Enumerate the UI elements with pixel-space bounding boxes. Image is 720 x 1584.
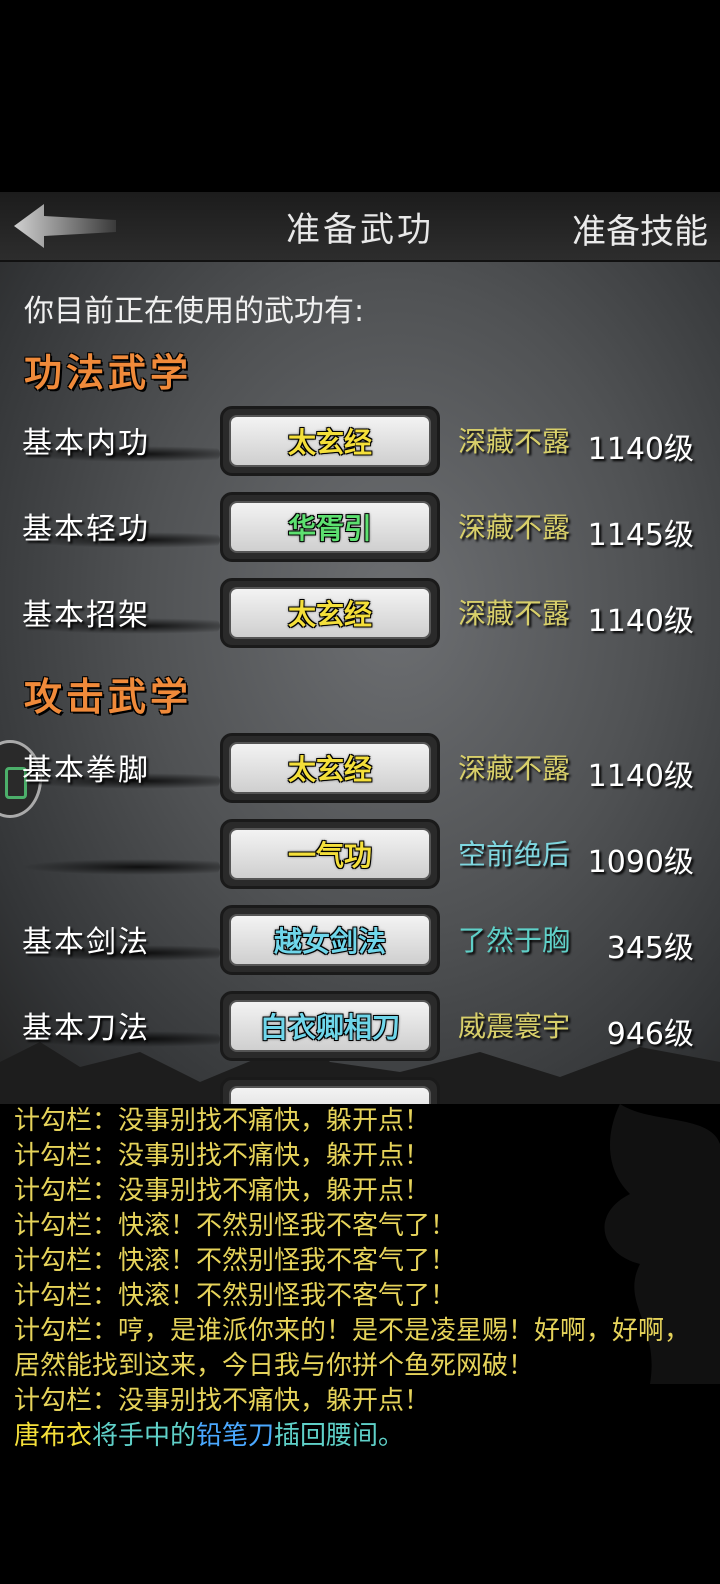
skill-select-button[interactable]: 太玄经: [220, 578, 440, 648]
chat-line: 计勾栏：没事别找不痛快，躲开点！: [14, 1106, 431, 1136]
chat-line: 计勾栏：快滚！不然别怪我不客气了！: [14, 1246, 457, 1276]
section-title-attack: 攻击武学: [24, 674, 193, 719]
prepare-skills-tab[interactable]: 准备技能: [572, 204, 708, 253]
skill-name: 太玄经: [229, 742, 431, 794]
top-bar: 准备武功 准备技能: [0, 192, 720, 262]
skill-slot-label: 基本拳脚: [22, 753, 150, 788]
skill-level: 1140级: [587, 759, 694, 794]
skill-select-button[interactable]: 太玄经: [220, 733, 440, 803]
skill-row: 基本刀法 白衣卿相刀 威震寰宇 946级: [0, 991, 720, 1061]
chat-line-last: 唐布衣将手中的铅笔刀插回腰间。: [14, 1421, 405, 1451]
skill-row: 基本剑法 越女剑法 了然于胸 345级: [0, 905, 720, 975]
skill-rank: 深藏不露: [458, 511, 571, 544]
chat-log: 计勾栏：没事别找不痛快，躲开点！ 计勾栏：没事别找不痛快，躲开点！ 计勾栏：没事…: [0, 1104, 720, 1584]
skill-select-button[interactable]: 华胥引: [220, 492, 440, 562]
skill-slot-label: 基本内功: [22, 426, 150, 461]
skill-rank: 深藏不露: [458, 425, 571, 458]
skill-level: 946级: [606, 1017, 694, 1052]
intro-text: 你目前正在使用的武功有:: [24, 294, 365, 329]
skill-level: 1090级: [587, 845, 694, 880]
skill-row: 基本轻功 华胥引 深藏不露 1145级: [0, 492, 720, 562]
chat-line: 计勾栏：快滚！不然别怪我不客气了！: [14, 1211, 457, 1241]
section-title-internal: 功法武学: [24, 350, 193, 395]
skill-rank: 了然于胸: [458, 924, 571, 957]
skill-name: 越女剑法: [229, 914, 431, 966]
skill-row: 基本招架 太玄经 深藏不露 1140级: [0, 578, 720, 648]
item-name: 铅笔刀: [196, 1421, 275, 1451]
skill-name: 华胥引: [229, 501, 431, 553]
skill-level: 1140级: [587, 604, 694, 639]
skill-level: 1145级: [587, 518, 694, 553]
skill-select-button[interactable]: 太玄经: [220, 406, 440, 476]
skill-name: 一气功: [229, 828, 431, 880]
chat-line: 计勾栏：快滚！不然别怪我不客气了！: [14, 1281, 457, 1311]
skill-select-button[interactable]: 越女剑法: [220, 905, 440, 975]
skill-row: 基本内功 太玄经 深藏不露 1140级: [0, 406, 720, 476]
skill-slot-label: 基本刀法: [22, 1011, 150, 1046]
skill-slot-label: 基本招架: [22, 598, 150, 633]
skill-level: 345级: [606, 931, 694, 966]
skill-rank: 深藏不露: [458, 752, 571, 785]
skill-name: 太玄经: [229, 587, 431, 639]
skill-rank: 威震寰宇: [458, 1010, 571, 1043]
skill-rank: 空前绝后: [458, 838, 571, 871]
player-name: 唐布衣: [14, 1421, 93, 1451]
chat-line: 计勾栏：没事别找不痛快，躲开点！: [14, 1141, 431, 1171]
skill-slot-label: 基本剑法: [22, 925, 150, 960]
chat-line: 计勾栏：哼，是谁派你来的！是不是凌星赐！好啊，好啊，居然能找到这来，今日我与你拼…: [14, 1316, 691, 1381]
skill-select-button[interactable]: 一气功: [220, 819, 440, 889]
skill-name: 白衣卿相刀: [229, 1000, 431, 1052]
skill-name: 太玄经: [229, 415, 431, 467]
equip-martial-arts-panel: 准备武功 准备技能 你目前正在使用的武功有: 功法武学 攻击武学 基本内功 太玄…: [0, 192, 720, 1112]
skill-level: 1140级: [587, 432, 694, 467]
chat-line: 计勾栏：没事别找不痛快，躲开点！: [14, 1386, 431, 1416]
skill-rank: 深藏不露: [458, 597, 571, 630]
skill-select-button[interactable]: 白衣卿相刀: [220, 991, 440, 1061]
skill-row: 基本拳脚 太玄经 深藏不露 1140级: [0, 733, 720, 803]
skill-row: 一气功 空前绝后 1090级: [0, 819, 720, 889]
chat-line: 计勾栏：没事别找不痛快，躲开点！: [14, 1176, 431, 1206]
skill-slot-label: 基本轻功: [22, 512, 150, 547]
